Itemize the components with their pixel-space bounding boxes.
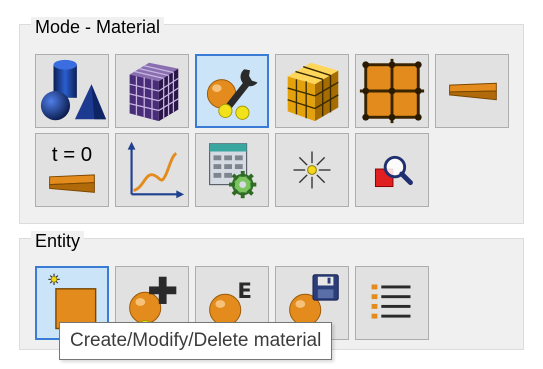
material-wrench-icon: [206, 69, 258, 120]
entity-group-title: Entity: [31, 231, 85, 251]
inspect-mode-button[interactable]: [355, 133, 429, 207]
edit-material-letter: E: [237, 279, 252, 304]
initial-condition-mode-button[interactable]: t = 0: [35, 133, 109, 207]
nodes-mode-button[interactable]: [355, 54, 429, 128]
tooltip: Create/Modify/Delete material: [59, 322, 333, 360]
starburst-icon: [293, 151, 331, 189]
magnifier-icon: [374, 155, 413, 188]
material-list-button[interactable]: [355, 266, 429, 340]
initial-condition-label: t = 0: [52, 144, 92, 166]
list-icon: [371, 284, 411, 319]
beam-mode-button[interactable]: [435, 54, 509, 128]
mesh-cube-icon: [129, 62, 179, 122]
curve-mode-button[interactable]: [115, 133, 189, 207]
initial-condition-icon: t = 0: [49, 144, 95, 193]
element-mode-button[interactable]: [275, 54, 349, 128]
geometry-mode-button[interactable]: [35, 54, 109, 128]
curve-graph-icon: [127, 141, 185, 199]
mesh-mode-button[interactable]: [115, 54, 189, 128]
beam-section-icon: [449, 82, 497, 101]
point-load-mode-button[interactable]: [275, 133, 349, 207]
table-gear-icon: [209, 143, 257, 199]
node-grid-icon: [359, 58, 425, 124]
table-mode-button[interactable]: [195, 133, 269, 207]
mode-material-group-title: Mode - Material: [31, 17, 165, 37]
tooltip-text: Create/Modify/Delete material: [70, 330, 322, 351]
element-cube-icon: [287, 62, 339, 122]
material-mode-button[interactable]: [195, 54, 269, 128]
geometry-shapes-icon: [40, 59, 107, 121]
